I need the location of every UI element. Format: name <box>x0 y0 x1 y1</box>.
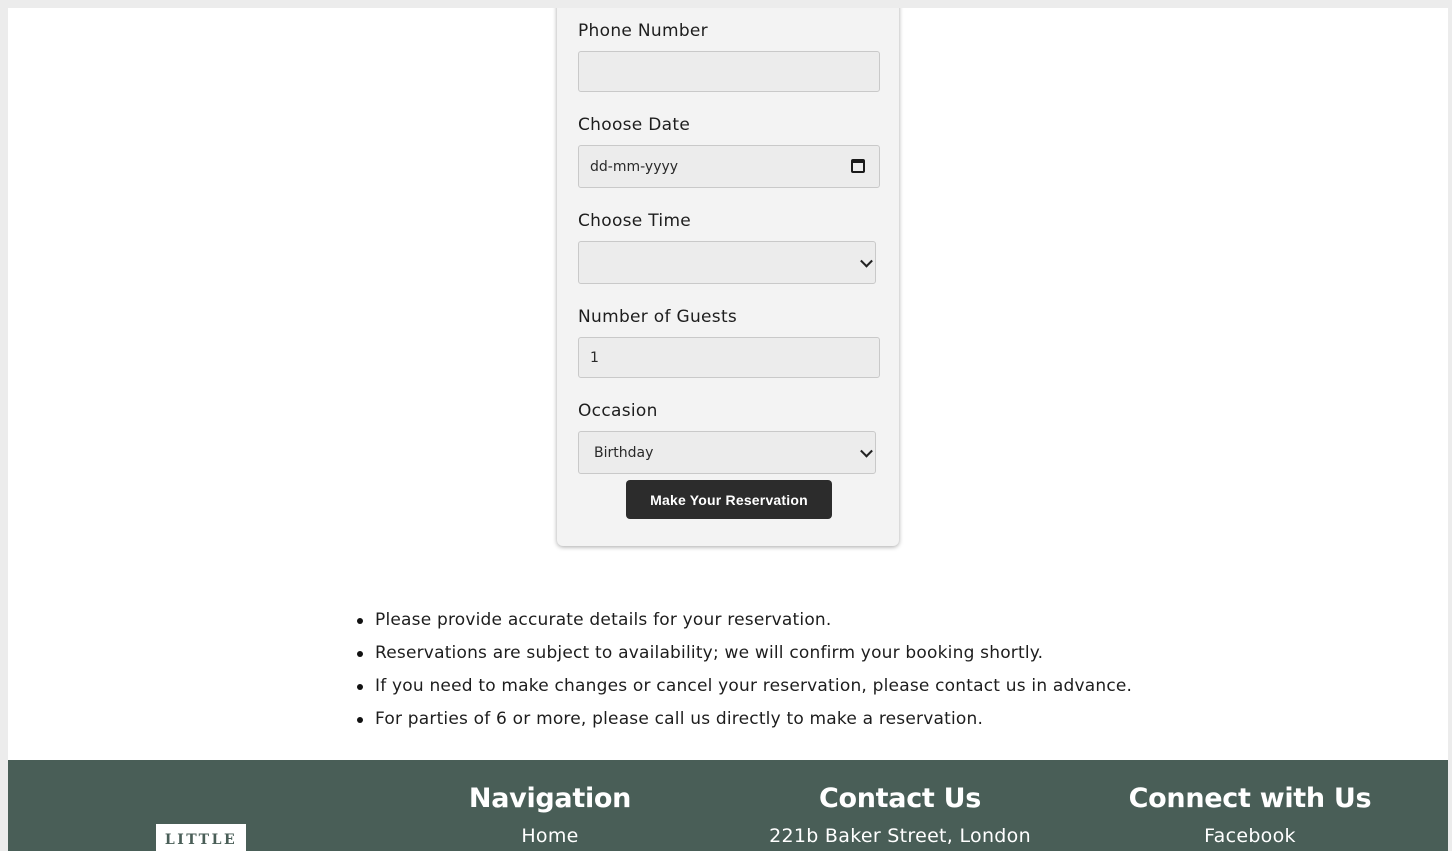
chevron-down-icon <box>860 444 873 458</box>
guests-input[interactable]: 1 <box>578 337 880 378</box>
reservation-form: Phone Number Choose Date dd-mm-yyyy Choo… <box>557 8 899 546</box>
footer-navigation: Navigation Home <box>450 780 650 851</box>
calendar-icon[interactable] <box>851 159 865 173</box>
page-viewport: Phone Number Choose Date dd-mm-yyyy Choo… <box>8 8 1448 851</box>
date-input[interactable]: dd-mm-yyyy <box>578 145 880 188</box>
guests-label: Number of Guests <box>578 307 738 327</box>
make-reservation-button[interactable]: Make Your Reservation <box>626 480 832 519</box>
date-label: Choose Date <box>578 115 691 135</box>
time-label: Choose Time <box>578 211 692 231</box>
phone-input[interactable] <box>578 51 880 92</box>
navigation-heading: Navigation <box>468 783 632 814</box>
footer-link-home[interactable]: Home <box>521 825 578 847</box>
contact-address: 221b Baker Street, London <box>769 825 1031 847</box>
date-placeholder: dd-mm-yyyy <box>590 158 679 175</box>
list-item: For parties of 6 or more, please call us… <box>356 703 1132 736</box>
footer-social: Connect with Us Facebook <box>1120 780 1380 851</box>
occasion-select[interactable]: Birthday <box>578 431 876 474</box>
occasion-label: Occasion <box>578 401 658 421</box>
social-heading: Connect with Us <box>1128 783 1372 814</box>
chevron-down-icon <box>860 254 873 268</box>
list-item: If you need to make changes or cancel yo… <box>356 670 1132 703</box>
contact-heading: Contact Us <box>818 783 982 814</box>
list-item: Please provide accurate details for your… <box>356 604 1132 637</box>
occasion-selected-value: Birthday <box>594 444 654 461</box>
footer-logo[interactable]: LITTLE <box>156 824 246 851</box>
site-footer: LITTLE Navigation Home Contact Us 221b B… <box>8 760 1448 851</box>
reservation-notes: Please provide accurate details for your… <box>356 604 1132 736</box>
footer-link-facebook[interactable]: Facebook <box>1204 825 1296 847</box>
time-select[interactable] <box>578 241 876 284</box>
phone-label: Phone Number <box>578 21 708 41</box>
footer-contact: Contact Us 221b Baker Street, London <box>760 780 1040 851</box>
list-item: Reservations are subject to availability… <box>356 637 1132 670</box>
